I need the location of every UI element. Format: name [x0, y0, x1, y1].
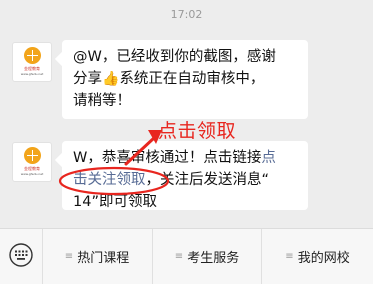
menu-item-label: 我的网校	[297, 250, 350, 266]
menu-item-label: 考生服务	[187, 250, 240, 266]
menu-item-my-school[interactable]: ≡ 我的网校	[262, 245, 373, 267]
chat-screen: 17:02 金程教育 www.gfedu.net @W，已经收到你的截图，感谢 …	[0, 0, 373, 284]
avatar-brand-url: www.gfedu.net	[20, 172, 44, 176]
menu-item-candidate-services[interactable]: ≡ 考生服务	[153, 245, 261, 267]
logo-icon	[24, 47, 41, 64]
avatar-brand-url: www.gfedu.net	[20, 72, 44, 76]
menu-list-icon: ≡	[64, 250, 74, 262]
avatar-brand-text: 金程教育	[24, 166, 40, 171]
message-timestamp: 17:02	[170, 8, 203, 21]
message-line: 分享👍系统正在自动审核中，	[73, 68, 299, 90]
thumbs-up-icon: 👍	[102, 71, 120, 87]
message-text: 分享	[73, 71, 102, 87]
account-avatar[interactable]: 金程教育 www.gfedu.net	[12, 42, 52, 82]
menu-item-label: 热门课程	[77, 250, 130, 266]
message-text: 系统正在自动审核中，	[119, 71, 265, 87]
message-line: 请稍等！	[73, 93, 131, 109]
menu-list-icon: ≡	[174, 250, 184, 262]
keyboard-icon[interactable]	[9, 243, 33, 267]
avatar-brand-text: 金程教育	[24, 66, 40, 71]
logo-icon	[24, 147, 41, 164]
account-avatar[interactable]: 金程教育 www.gfedu.net	[12, 142, 52, 182]
message-line: @W，已经收到你的截图，感谢	[73, 49, 276, 65]
annotation-label: 点击领取	[158, 120, 237, 142]
follow-link[interactable]: 点	[261, 150, 276, 166]
menu-list-icon: ≡	[285, 250, 294, 262]
message-bubble[interactable]: @W，已经收到你的截图，感谢 分享👍系统正在自动审核中， 请稍等！	[62, 40, 308, 119]
bottom-menu-bar: ≡ 热门课程 ≡ 考生服务 ≡ 我的网校	[0, 228, 373, 284]
menu-item-hot-courses[interactable]: ≡ 热门课程	[42, 245, 152, 267]
